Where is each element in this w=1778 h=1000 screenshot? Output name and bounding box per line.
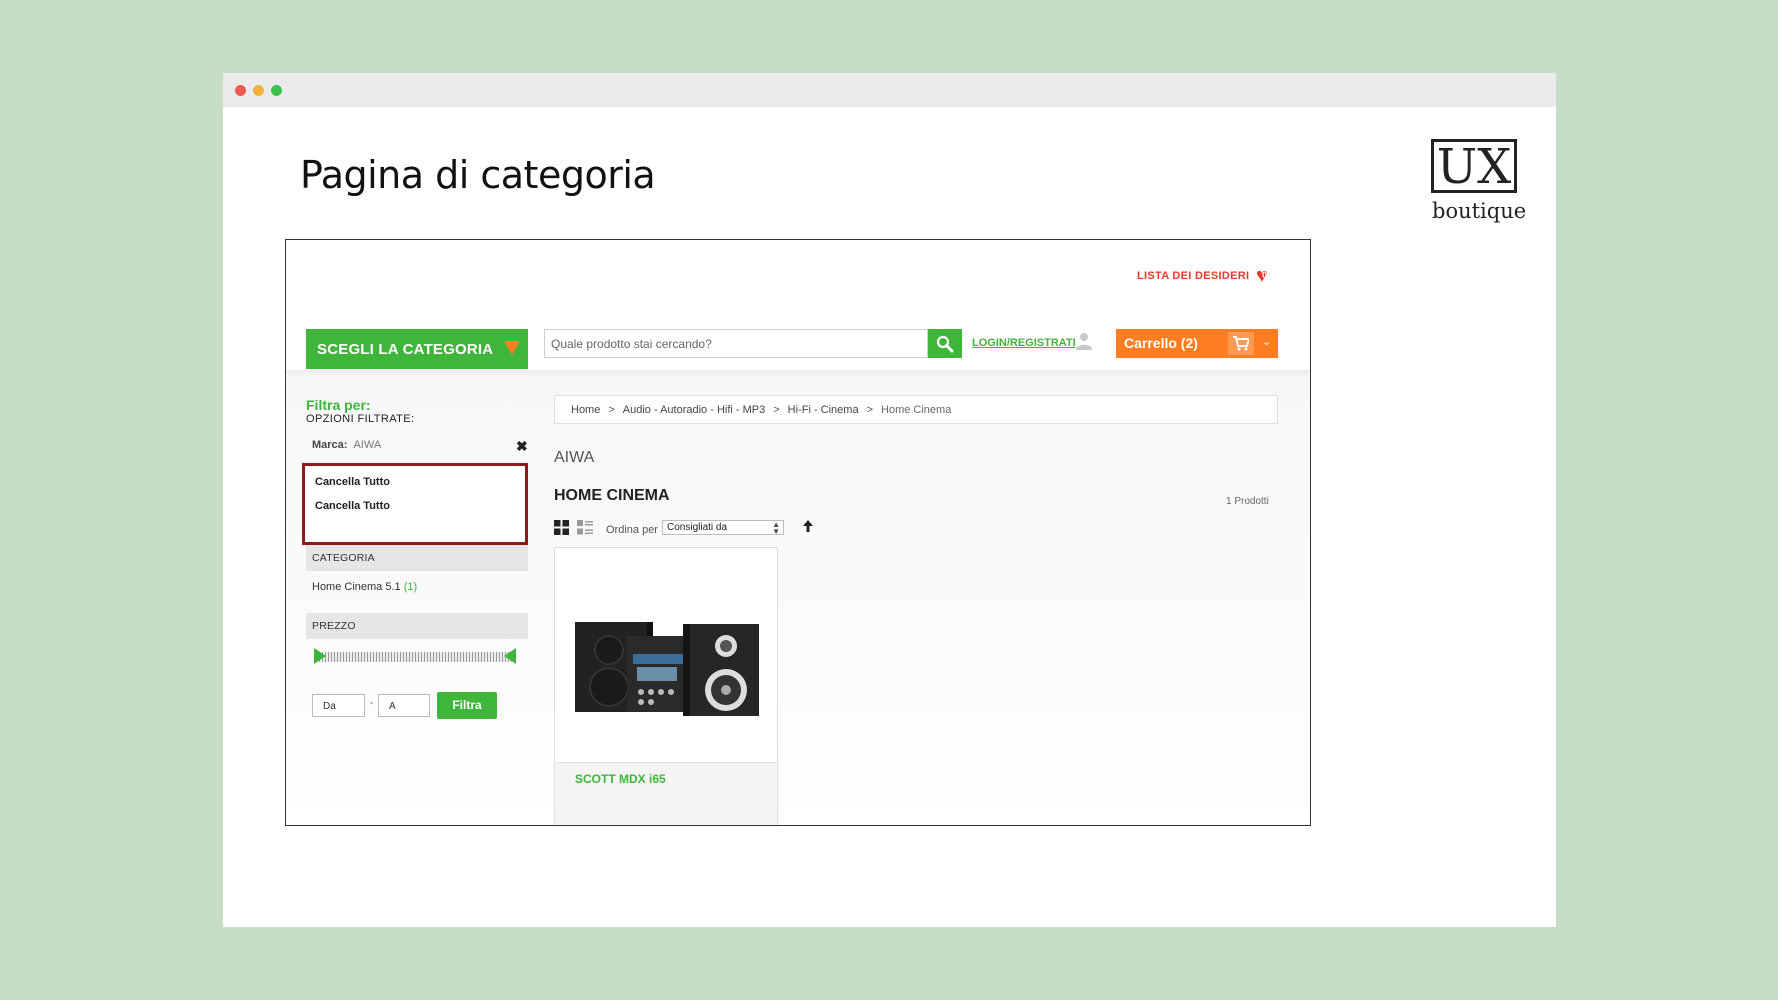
minimize-window-button[interactable] xyxy=(253,85,264,96)
highlighted-clear-all-box: Cancella Tutto Cancella Tutto xyxy=(302,463,528,545)
logo-subtitle: boutique xyxy=(1432,199,1527,223)
search-input[interactable]: Quale prodotto stai cercando? xyxy=(544,329,928,358)
price-to-input[interactable]: A xyxy=(378,694,430,717)
price-separator: - xyxy=(370,698,374,709)
cart-button[interactable]: Carrello (2) ⌄ xyxy=(1116,329,1278,358)
close-window-button[interactable] xyxy=(235,85,246,96)
clear-all-link[interactable]: Cancella Tutto xyxy=(315,476,390,488)
remove-filter-icon[interactable]: ✖ xyxy=(516,438,528,455)
select-caret-icon: ▲ ▼ xyxy=(772,520,780,536)
breadcrumb-separator: > xyxy=(866,404,874,416)
sort-direction-arrow-icon[interactable] xyxy=(803,520,813,532)
price-from-input[interactable]: Da xyxy=(312,694,365,717)
list-view-icon[interactable] xyxy=(577,520,593,535)
category-filter-link[interactable]: Home Cinema 5.1 (1) xyxy=(312,581,417,593)
sort-label: Ordina per xyxy=(606,524,658,536)
chevron-down-icon xyxy=(504,341,520,355)
category-filter-count: (1) xyxy=(403,581,418,593)
active-filter-brand: Marca: AIWA xyxy=(312,439,381,451)
wishlist-link[interactable]: LISTA DEI DESIDERI xyxy=(1137,270,1249,282)
category-heading: HOME CINEMA xyxy=(554,487,670,504)
wishlist-count: 0 xyxy=(1262,270,1268,280)
price-slider-max-handle[interactable] xyxy=(504,648,516,664)
user-icon[interactable] xyxy=(1076,332,1092,350)
clear-all-link[interactable]: Cancella Tutto xyxy=(315,500,390,512)
price-section-header[interactable]: PREZZO xyxy=(306,613,528,639)
breadcrumb-separator: > xyxy=(608,404,615,416)
breadcrumb-current: Home Cinema xyxy=(881,404,952,416)
category-filter-label: Home Cinema 5.1 xyxy=(312,581,401,593)
filter-button[interactable]: Filtra xyxy=(437,692,497,719)
logo-mark: UX xyxy=(1431,139,1517,193)
window-titlebar xyxy=(223,73,1556,107)
grid-view-icon[interactable] xyxy=(554,520,569,535)
breadcrumb-home[interactable]: Home xyxy=(571,404,600,416)
search-button[interactable] xyxy=(928,329,962,358)
login-register-link[interactable]: LOGIN/REGISTRATI xyxy=(972,337,1076,349)
price-slider-min-handle[interactable] xyxy=(314,648,326,664)
breadcrumb: Home > Audio - Autoradio - Hifi - MP3 > Hi-F… xyxy=(554,395,1278,424)
product-name-band: SCOTT MDX i65 xyxy=(555,762,777,825)
price-slider-track[interactable] xyxy=(316,652,512,662)
product-name-link[interactable]: SCOTT MDX i65 xyxy=(575,772,666,786)
brand-heading: AIWA xyxy=(554,449,595,466)
active-filter-value: AIWA xyxy=(353,439,382,451)
slide-title: Pagina di categoria xyxy=(300,153,656,197)
choose-category-label: SCEGLI LA CATEGORIA xyxy=(317,341,494,358)
product-card[interactable]: SCOTT MDX i65 xyxy=(554,547,778,825)
filter-subtitle: OPZIONI FILTRATE: xyxy=(306,413,415,425)
filter-title: Filtra per: xyxy=(306,397,371,413)
search-icon xyxy=(936,335,954,353)
cart-label: Carrello (2) xyxy=(1124,335,1198,351)
breadcrumb-hifi[interactable]: Hi-Fi - Cinema xyxy=(788,404,859,416)
browser-window: Pagina di categoria UX boutique LISTA DE… xyxy=(223,73,1556,927)
sort-select-value: Consigliati da xyxy=(667,522,728,533)
cart-icon-box xyxy=(1228,332,1254,355)
choose-category-button[interactable]: SCEGLI LA CATEGORIA xyxy=(306,329,528,369)
sort-select[interactable]: Consigliati da ▲ ▼ xyxy=(662,520,784,536)
website-screenshot: LISTA DEI DESIDERI ♥ 0 SCEGLI LA CATEGOR… xyxy=(285,239,1311,826)
breadcrumb-audio[interactable]: Audio - Autoradio - Hifi - MP3 xyxy=(623,404,765,416)
category-section-header[interactable]: CATEGORIA xyxy=(306,545,528,571)
chevron-down-icon[interactable]: ⌄ xyxy=(1262,335,1271,348)
cart-icon xyxy=(1233,336,1249,351)
active-filter-label: Marca: xyxy=(312,439,348,451)
maximize-window-button[interactable] xyxy=(271,85,282,96)
product-image[interactable] xyxy=(571,592,761,722)
product-count: 1 Prodotti xyxy=(1226,496,1269,507)
breadcrumb-separator: > xyxy=(773,404,780,416)
content-area xyxy=(286,370,1310,825)
